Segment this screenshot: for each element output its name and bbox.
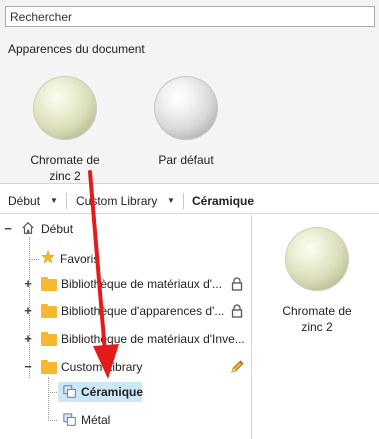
lock-icon [231, 304, 243, 318]
expand-icon[interactable]: + [22, 328, 34, 350]
breadcrumb-separator [66, 193, 67, 209]
search-input[interactable] [5, 6, 375, 27]
tree-item-label: Custom Library [61, 360, 143, 374]
material-sphere [33, 76, 97, 140]
document-appearances-panel: Apparences du document Chromate de zinc … [0, 36, 379, 184]
expand-icon[interactable]: + [22, 300, 34, 322]
tree-item-label: Céramique [81, 385, 144, 399]
tree-item-label: Favoris [60, 252, 100, 266]
tree-item-library-materials-inventor[interactable]: + Bibliothèque de matériaux d'Inve... [0, 328, 251, 350]
breadcrumb-item-current[interactable]: Céramique [192, 188, 254, 214]
material-sphere [285, 227, 349, 291]
folder-icon [41, 332, 57, 346]
collapse-icon[interactable]: − [2, 218, 14, 240]
folder-icon [41, 304, 57, 318]
appearance-label: Chromate de zinc 2 [30, 153, 100, 183]
folder-icon [41, 360, 57, 374]
tree-item-label: Bibliothèque d'apparences d'... [61, 304, 225, 318]
tree-item-metal[interactable]: Métal [0, 409, 251, 431]
folder-icon [41, 277, 57, 291]
material-category-icon [63, 413, 76, 426]
breadcrumb-dropdown-icon[interactable]: ▼ [167, 188, 175, 214]
material-category-icon [63, 385, 76, 398]
tree-item-label: Métal [81, 413, 111, 427]
expand-icon[interactable]: + [22, 273, 34, 295]
breadcrumb-dropdown-icon[interactable]: ▼ [50, 188, 58, 214]
breadcrumb-separator [183, 193, 184, 209]
appearance-swatch-chromate[interactable]: Chromate de zinc 2 [20, 76, 110, 184]
tree-item-debut[interactable]: − Début [0, 218, 251, 240]
home-icon [22, 221, 34, 234]
lock-icon [231, 277, 243, 291]
star-icon [41, 250, 55, 264]
library-tree: − Début Favoris + Bibliothèque de matéri… [0, 215, 251, 439]
breadcrumb-item-debut[interactable]: Début [8, 188, 40, 214]
tree-item-label: Bibliothèque de matériaux d'Inve... [61, 332, 245, 346]
tree-item-label: Début [41, 222, 74, 236]
breadcrumb-item-custom-library[interactable]: Custom Library [76, 188, 157, 214]
tree-item-ceramique[interactable]: Céramique [0, 381, 251, 403]
breadcrumb: Début ▼ Custom Library ▼ Céramique [0, 188, 379, 214]
tree-item-library-materials-1[interactable]: + Bibliothèque de matériaux d'... [0, 273, 251, 295]
appearance-label: Chromate de zinc 2 [282, 304, 352, 334]
appearance-label: Par défaut [158, 153, 214, 167]
section-title: Apparences du document [8, 42, 145, 56]
tree-item-label: Bibliothèque de matériaux d'... [61, 277, 223, 291]
pencil-icon[interactable] [229, 359, 245, 375]
material-sphere [154, 76, 218, 140]
tree-item-custom-library[interactable]: − Custom Library [0, 356, 251, 378]
library-swatch-chromate[interactable]: Chromate de zinc 2 [277, 227, 357, 335]
appearance-swatch-default[interactable]: Par défaut [141, 76, 231, 168]
tree-item-favoris[interactable]: Favoris [0, 248, 251, 270]
search-bar [0, 0, 379, 36]
tree-item-library-appearances[interactable]: + Bibliothèque d'apparences d'... [0, 300, 251, 322]
library-content-panel: Chromate de zinc 2 [252, 215, 379, 439]
collapse-icon[interactable]: − [22, 356, 34, 378]
